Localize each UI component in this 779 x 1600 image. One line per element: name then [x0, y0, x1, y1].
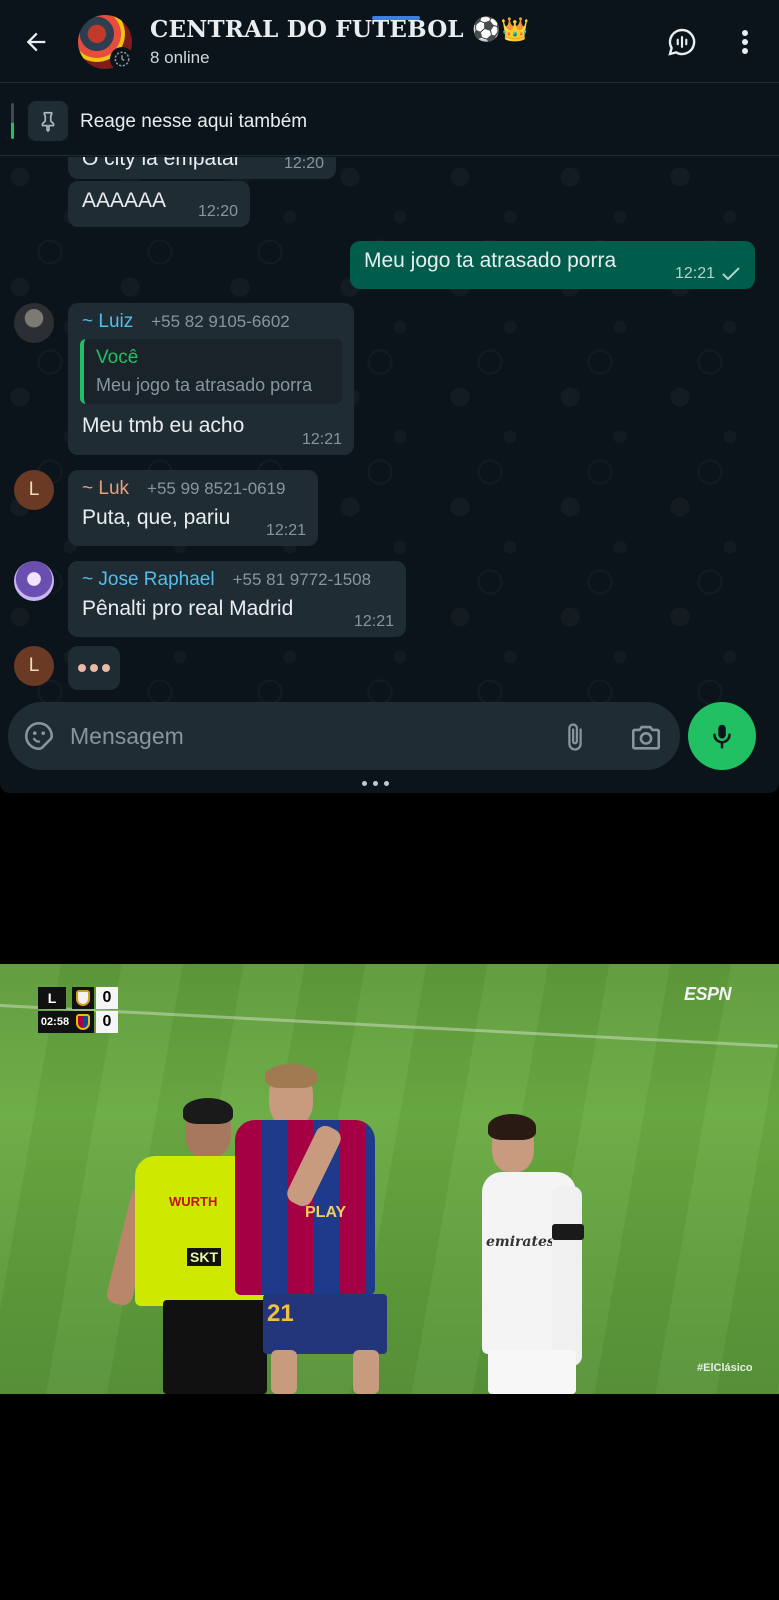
- title-underline: [372, 16, 420, 20]
- sender-name[interactable]: ~ Jose Raphael: [82, 569, 215, 591]
- more-options-button[interactable]: [730, 24, 760, 60]
- pin-indicator: [11, 103, 14, 139]
- message-composer: [8, 702, 680, 770]
- avatar[interactable]: L: [14, 646, 54, 686]
- avatar[interactable]: [14, 561, 54, 601]
- message-bubble[interactable]: ~ Luk +55 99 8521-0619 Puta, que, pariu …: [68, 470, 318, 546]
- avatar-initial: L: [28, 655, 40, 676]
- group-name[interactable]: CENTRAL DO FUTEBOL ⚽👑: [150, 16, 530, 43]
- typing-indicator: [68, 646, 120, 690]
- paperclip-icon[interactable]: [560, 720, 590, 754]
- barcelona-sponsor: PLAY: [305, 1204, 347, 1221]
- video-player[interactable]: L 0 02:58 0 ESPN #ElClásico WURTH SKT PL…: [0, 793, 779, 1600]
- message-bubble[interactable]: ~ Jose Raphael +55 81 9772-1508 Pênalti …: [68, 561, 406, 637]
- avatar[interactable]: L: [14, 470, 54, 510]
- sender-name[interactable]: ~ Luiz: [82, 311, 133, 333]
- message-bubble-outgoing[interactable]: Meu jogo ta atrasado porra 12:21: [350, 241, 755, 289]
- more-vert-icon: [742, 30, 748, 54]
- video-frame[interactable]: L 0 02:58 0 ESPN #ElClásico WURTH SKT PL…: [0, 964, 779, 1394]
- message-text: Pênalti pro real Madrid: [82, 597, 294, 620]
- referee-sponsor: WURTH: [169, 1194, 218, 1209]
- quote-author: Você: [96, 347, 139, 368]
- message-list[interactable]: O city ia empatar 12:20 AAAAAA 12:20 Meu…: [0, 157, 779, 713]
- away-score: 0: [96, 1011, 118, 1033]
- group-status: 8 online: [150, 48, 210, 67]
- sender-phone: +55 82 9105-6602: [151, 312, 290, 331]
- message-time: 12:20: [197, 203, 238, 220]
- scoreboard-home-row: L 0: [38, 987, 124, 1009]
- message-time: 12:21: [353, 613, 394, 630]
- message-time: 12:21: [301, 431, 342, 448]
- real-madrid-player-figure: emirates: [482, 1114, 602, 1394]
- sender-name[interactable]: ~ Luk: [82, 478, 129, 500]
- pinned-message-text: Reage nesse aqui também: [80, 111, 308, 132]
- sender-row: ~ Jose Raphael +55 81 9772-1508: [82, 569, 394, 591]
- sender-phone: +55 81 9772-1508: [232, 570, 372, 589]
- handle-dot: [373, 781, 378, 786]
- chat-header: CENTRAL DO FUTEBOL ⚽👑 8 online: [0, 0, 779, 82]
- back-button[interactable]: [18, 24, 54, 60]
- real-madrid-sponsor: emirates: [486, 1234, 555, 1250]
- quote-text: Meu jogo ta atrasado porra: [96, 375, 313, 395]
- voice-chat-icon: [668, 28, 696, 56]
- message-bubble[interactable]: ~ Luiz +55 82 9105-6602 Você Meu jogo ta…: [68, 303, 354, 455]
- typing-dot: [78, 664, 86, 672]
- message-time: 12:21: [265, 522, 306, 539]
- mic-icon: [713, 724, 731, 749]
- match-clock: 02:58: [38, 1011, 72, 1033]
- barcelona-crest-icon: [72, 1011, 94, 1033]
- chat-pane: CENTRAL DO FUTEBOL ⚽👑 8 online Reage nes…: [0, 0, 779, 793]
- sender-row: ~ Luiz +55 82 9105-6602: [82, 311, 342, 333]
- real-madrid-crest-icon: [72, 987, 94, 1009]
- message-input[interactable]: [70, 720, 540, 752]
- broadcaster-logo: ESPN: [684, 984, 732, 1004]
- split-screen-handle[interactable]: [362, 781, 389, 786]
- handle-dot: [384, 781, 389, 786]
- player-number: 21: [267, 1300, 294, 1327]
- message-bubble[interactable]: O city ia empatar 12:20: [68, 157, 336, 179]
- scoreboard: L 0 02:58 0: [38, 987, 124, 1033]
- message-bubble[interactable]: AAAAAA 12:20: [68, 181, 250, 227]
- sticker-icon[interactable]: [22, 719, 56, 753]
- community-badge-icon: [110, 47, 134, 71]
- quoted-message[interactable]: Você Meu jogo ta atrasado porra: [80, 339, 342, 404]
- avatar[interactable]: [14, 303, 54, 343]
- message-time: 12:20: [283, 157, 324, 172]
- pin-icon: [28, 101, 68, 141]
- camera-icon[interactable]: [628, 720, 664, 754]
- sender-row: ~ Luk +55 99 8521-0619: [82, 478, 306, 500]
- broadcast-hashtag: #ElClásico: [697, 1362, 753, 1374]
- voice-chat-button[interactable]: [664, 24, 700, 60]
- barcelona-player-figure: PLAY 21: [225, 1064, 395, 1394]
- sender-phone: +55 99 8521-0619: [147, 479, 286, 498]
- typing-dot: [90, 664, 98, 672]
- referee-sponsor-badge: SKT: [187, 1248, 221, 1266]
- voice-message-button[interactable]: [688, 702, 756, 770]
- avatar-initial: L: [28, 479, 40, 500]
- league-logo: L: [38, 987, 66, 1009]
- message-time: 12:21: [674, 265, 715, 282]
- arrow-back-icon: [26, 32, 46, 52]
- typing-dot: [102, 664, 110, 672]
- home-score: 0: [96, 987, 118, 1009]
- handle-dot: [362, 781, 367, 786]
- scoreboard-away-row: 02:58 0: [38, 1011, 124, 1033]
- sent-check-icon: [722, 267, 740, 281]
- pinned-message-bar[interactable]: Reage nesse aqui também: [0, 82, 779, 156]
